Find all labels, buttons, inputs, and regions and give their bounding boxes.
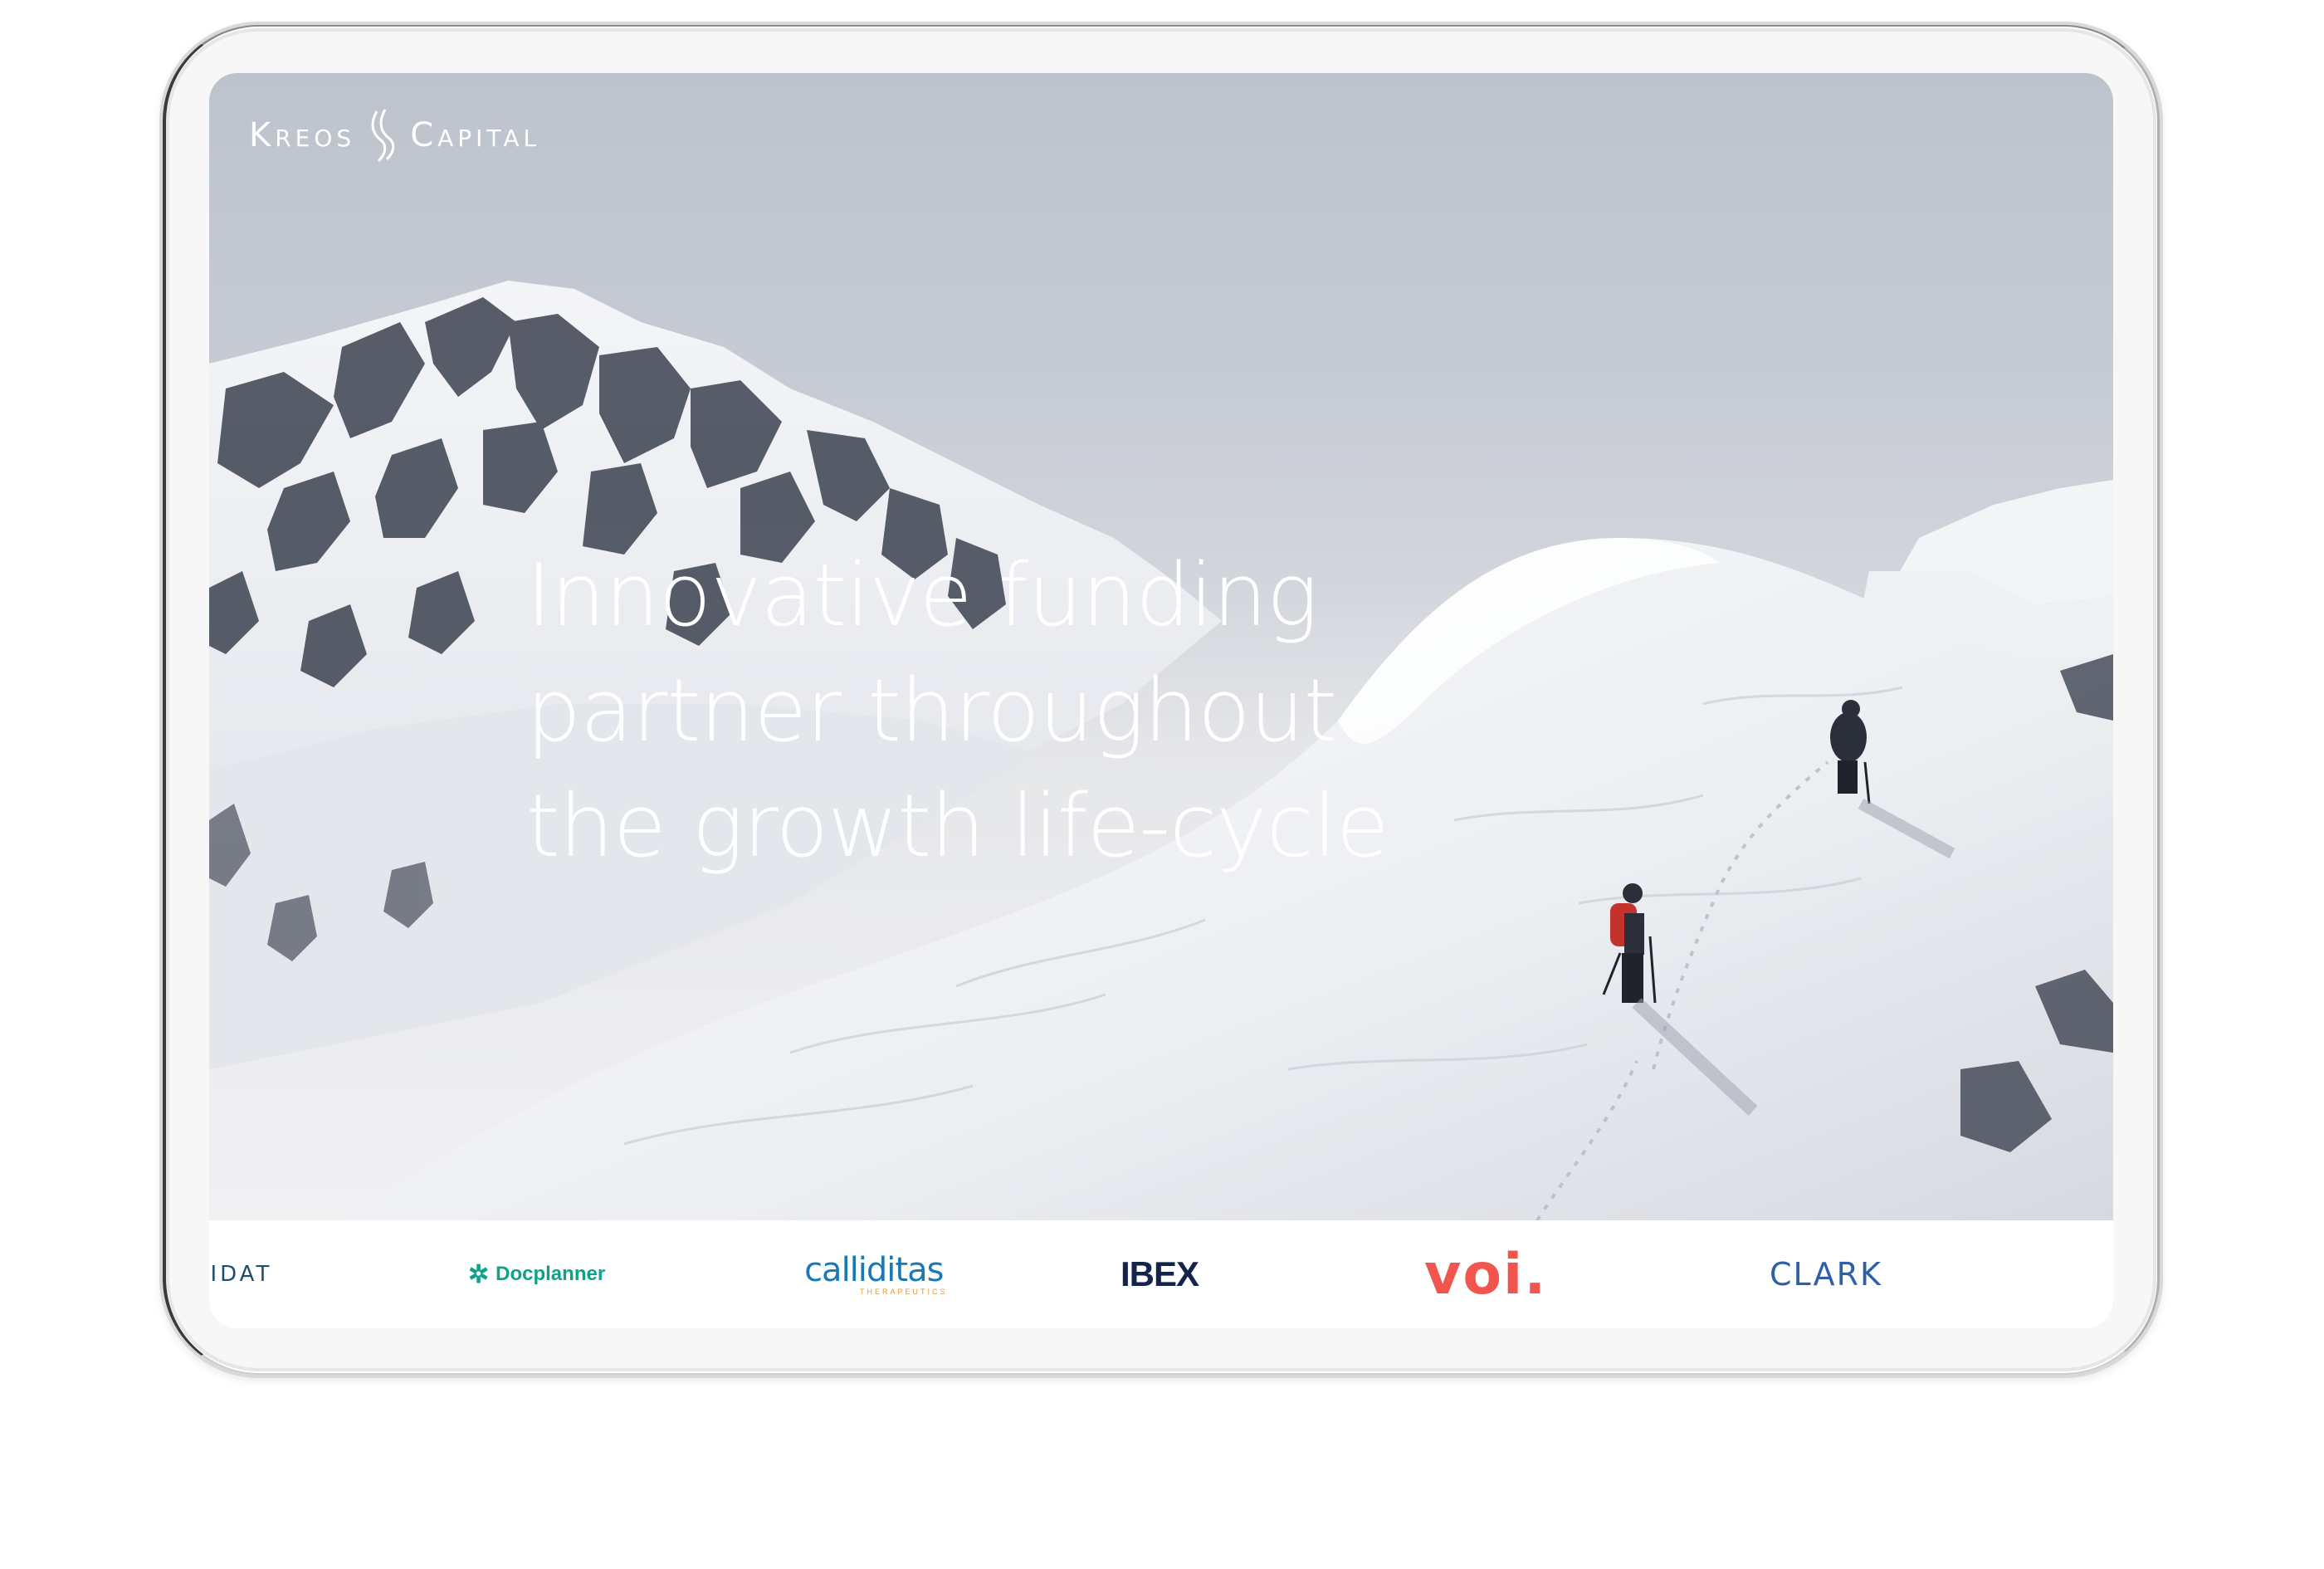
voi-label: voi.: [1424, 1241, 1548, 1308]
headline-line-3: the growth life-cycle: [526, 775, 1389, 877]
portfolio-logo-clark[interactable]: CLARK: [1770, 1220, 1882, 1328]
portfolio-logo-nidat[interactable]: NIDAT: [209, 1220, 272, 1328]
clark-label: CLARK: [1770, 1256, 1882, 1293]
headline-line-2: partner throughout: [526, 660, 1337, 761]
hero-headline: Innovative funding partner throughout th…: [526, 538, 1564, 884]
calliditas-label: calliditas: [804, 1251, 944, 1289]
portfolio-logo-ibex[interactable]: IBEX: [1120, 1220, 1199, 1328]
portfolio-logo-strip: NIDAT ✲ Docplanner calliditas THERAPEUTI…: [209, 1220, 2113, 1328]
portfolio-logo-calliditas[interactable]: calliditas THERAPEUTICS: [800, 1220, 948, 1328]
tablet-screen: Kreos Capital Innovative funding partner…: [209, 73, 2113, 1328]
docplanner-star-icon: ✲: [468, 1260, 490, 1288]
portfolio-logo-voi[interactable]: voi.: [1424, 1220, 1547, 1328]
portfolio-logo-docplanner[interactable]: ✲ Docplanner: [468, 1220, 605, 1328]
nidat-label: NIDAT: [209, 1262, 273, 1287]
docplanner-label: Docplanner: [496, 1263, 606, 1285]
kreos-capital-logo[interactable]: Kreos Capital: [249, 106, 540, 164]
hero-section: Kreos Capital Innovative funding partner…: [209, 73, 2113, 1220]
calliditas-sublabel: THERAPEUTICS: [860, 1288, 948, 1296]
logo-word-left: Kreos: [249, 116, 356, 154]
ibex-label: IBEX: [1120, 1254, 1199, 1293]
logo-word-right: Capital: [410, 116, 541, 154]
logo-feather-icon: [371, 109, 395, 163]
headline-line-1: Innovative funding: [526, 545, 1318, 646]
